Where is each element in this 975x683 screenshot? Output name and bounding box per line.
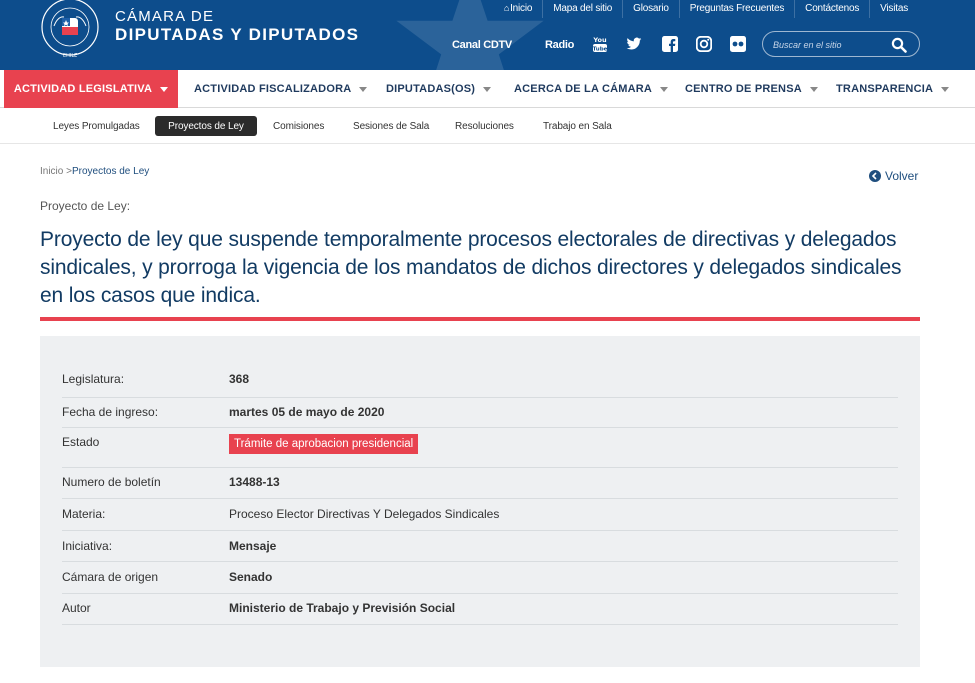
detail-label: Iniciativa: [62,539,113,553]
radio-link[interactable]: Radio [545,39,574,51]
breadcrumb: Inicio >Proyectos de Ley [40,166,149,177]
camara-seal-logo[interactable]: CHILE [38,0,102,62]
sub-navigation: Leyes Promulgadas Proyectos de Ley Comis… [0,108,975,144]
detail-value: Senado [229,570,273,584]
top-link-contacto[interactable]: Contáctenos [794,0,869,18]
search-input[interactable] [773,37,883,52]
detail-label: Autor [62,601,91,615]
svg-text:Tube: Tube [593,47,608,53]
subnav-proyectos-de-ley[interactable]: Proyectos de Ley [155,116,257,136]
detail-label: Cámara de origen [62,570,159,584]
detail-label: Materia: [62,507,106,521]
search-icon[interactable] [891,37,907,53]
instagram-icon[interactable] [696,36,712,52]
nav-centro-prensa[interactable]: CENTRO DE PRENSA [685,70,818,108]
detail-row-camara-origen: Cámara de origen Senado [62,562,898,594]
page-kicker: Proyecto de Ley: [40,199,131,213]
logo-title-line2[interactable]: DIPUTADAS Y DIPUTADOS [115,25,359,45]
nav-label: TRANSPARENCIA [836,83,934,95]
nav-actividad-legislativa[interactable]: ACTIVIDAD LEGISLATIVA [4,70,178,108]
youtube-icon[interactable]: You Tube [592,35,608,53]
chevron-left-circle-icon [869,170,881,182]
nav-label: ACTIVIDAD LEGISLATIVA [13,83,153,95]
detail-label: Legislatura: [62,372,125,386]
subnav-sesiones-sala[interactable]: Sesiones de Sala [353,116,429,136]
top-link-glosario[interactable]: Glosario [622,0,679,18]
top-link-visitas[interactable]: Visitas [869,0,918,18]
detail-row-materia: Materia: Proceso Elector Directivas Y De… [62,499,898,531]
canal-cdtv-link[interactable]: Canal CDTV [452,39,512,51]
detail-value: Mensaje [229,539,277,553]
detail-value: Proceso Elector Directivas Y Delegados S… [229,507,500,521]
flickr-icon[interactable] [730,36,746,52]
subnav-trabajo-sala[interactable]: Trabajo en Sala [543,116,612,136]
site-header: CHILE CÁMARA DE DIPUTADAS Y DIPUTADOS ⌂I… [0,0,975,70]
nav-diputados[interactable]: DIPUTADAS(OS) [386,70,492,108]
detail-value: martes 05 de mayo de 2020 [229,405,385,419]
chevron-down-icon [809,86,818,92]
subnav-leyes-promulgadas[interactable]: Leyes Promulgadas [53,116,140,136]
detail-value: 13488-13 [229,475,280,489]
chevron-down-icon [660,86,669,92]
main-navigation: ACTIVIDAD LEGISLATIVA ACTIVIDAD FISCALIZ… [0,70,975,108]
back-link[interactable]: Volver [869,169,918,183]
detail-row-iniciativa: Iniciativa: Mensaje [62,531,898,562]
search-box [762,31,920,57]
detail-value: Ministerio de Trabajo y Previsión Social [229,601,456,615]
svg-text:You: You [592,36,607,44]
chevron-down-icon [359,86,368,92]
page-title: Proyecto de ley que suspende temporalmen… [40,228,902,307]
nav-transparencia[interactable]: TRANSPARENCIA [836,70,950,108]
nav-label: CENTRO DE PRENSA [685,83,802,95]
utility-links: ⌂Inicio Mapa del sitio Glosario Pregunta… [494,0,918,18]
subnav-resoluciones[interactable]: Resoluciones [455,116,514,136]
detail-row-legislatura: Legislatura: 368 [62,362,898,398]
facebook-icon[interactable] [662,36,678,52]
chevron-down-icon [941,86,950,92]
detail-label: Fecha de ingreso: [62,405,159,419]
back-label: Volver [885,169,919,183]
nav-label: DIPUTADAS(OS) [386,83,476,95]
nav-label: ACTIVIDAD FISCALIZADORA [194,83,352,95]
nav-actividad-fiscalizadora[interactable]: ACTIVIDAD FISCALIZADORA [194,70,368,108]
top-link-mapa[interactable]: Mapa del sitio [542,0,622,18]
bill-details-panel: Legislatura: 368 Fecha de ingreso: marte… [40,336,920,667]
detail-label: Numero de boletín [62,475,161,489]
logo-title-line1[interactable]: CÁMARA DE [115,8,214,25]
detail-row-autor: Autor Ministerio de Trabajo y Previsión … [62,594,898,625]
detail-row-fecha: Fecha de ingreso: martes 05 de mayo de 2… [62,398,898,428]
detail-row-boletin: Numero de boletín 13488-13 [62,468,898,499]
chevron-down-icon [160,86,169,92]
detail-row-estado: Estado Trámite de aprobacion presidencia… [62,428,898,468]
breadcrumb-home[interactable]: Inicio [40,166,63,177]
nav-label: ACERCA DE LA CÁMARA [514,83,653,95]
detail-value: 368 [229,372,250,386]
twitter-icon[interactable] [626,36,642,52]
top-link-preguntas[interactable]: Preguntas Frecuentes [678,0,794,18]
home-icon: ⌂ [503,3,510,13]
breadcrumb-current[interactable]: Proyectos de Ley [72,166,149,177]
top-link-label: Inicio [510,3,533,14]
detail-label: Estado [62,435,100,449]
status-badge: Trámite de aprobacion presidencial [229,434,419,454]
nav-acerca-camara[interactable]: ACERCA DE LA CÁMARA [514,70,669,108]
chevron-down-icon [483,86,492,92]
subnav-comisiones[interactable]: Comisiones [273,116,324,136]
top-link-inicio[interactable]: ⌂Inicio [494,0,542,18]
svg-text:CHILE: CHILE [63,53,78,59]
title-divider [40,317,920,321]
